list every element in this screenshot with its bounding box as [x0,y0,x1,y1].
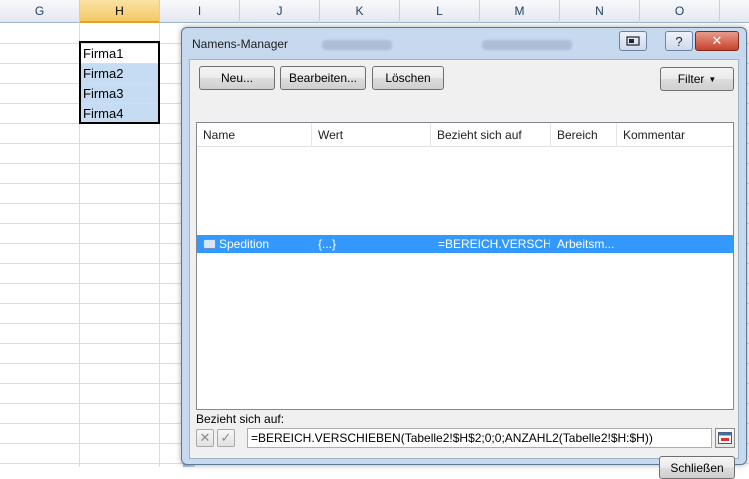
edit-button-label: Bearbeiten... [288,71,358,85]
column-value[interactable]: Wert [312,123,431,147]
row-name: Spedition [219,237,270,251]
titlebar-background-blur [482,40,572,50]
refers-to-input[interactable]: =BEREICH.VERSCHIEBEN(Tabelle2!$H$2;0;0;A… [247,428,712,448]
close-icon: ✕ [711,33,723,48]
column-header-k[interactable]: K [320,0,400,23]
column-scope[interactable]: Bereich [551,123,617,147]
column-header-o[interactable]: O [640,0,720,23]
filter-button-label: Filter [677,72,705,86]
row-value: {...} [318,237,337,251]
delete-button-label: Löschen [385,71,431,85]
column-header-n[interactable]: N [560,0,640,23]
column-header-i[interactable]: I [160,0,240,23]
column-header-row: G H I J K L M N O [0,0,749,23]
row-scope: Arbeitsm... [557,237,615,251]
close-button[interactable]: Schließen [659,456,735,479]
cell-selection-border [79,41,160,124]
cancel-edit-button[interactable]: ✕ [196,429,214,447]
dropdown-arrow-icon: ▼ [708,74,717,84]
column-refers-to[interactable]: Bezieht sich auf [431,123,551,147]
names-list[interactable]: Name Wert Bezieht sich auf Bereich Komme… [196,122,734,410]
titlebar-background-blur [322,40,392,50]
restore-button[interactable] [619,31,647,51]
close-window-button[interactable]: ✕ [695,31,739,51]
new-button-label: Neu... [220,71,253,85]
dialog-titlebar[interactable]: Namens-Manager ? ✕ [182,28,746,58]
collapse-dialog-button[interactable] [715,428,735,448]
help-icon: ? [675,33,683,49]
column-header-l[interactable]: L [400,0,480,23]
filter-button[interactable]: Filter ▼ [660,67,734,91]
name-tag-icon [203,239,216,249]
dialog-title: Namens-Manager [192,37,289,51]
column-header-m[interactable]: M [480,0,560,23]
confirm-edit-button[interactable]: ✓ [217,429,235,447]
dialog-content: Neu... Bearbeiten... Löschen Filter ▼ Na… [189,59,739,479]
new-button[interactable]: Neu... [199,66,275,90]
delete-button[interactable]: Löschen [372,66,444,90]
refers-to-label: Bezieht sich auf: [196,412,285,426]
close-button-label: Schließen [670,460,724,475]
help-button[interactable]: ? [665,31,693,51]
collapse-range-icon [718,432,732,444]
column-header-h[interactable]: H [80,0,160,23]
name-manager-dialog: Namens-Manager ? ✕ Neu... Bearbeiten... … [181,27,747,479]
row-refers-to: =BEREICH.VERSCH... [438,237,550,251]
column-comment[interactable]: Kommentar [617,123,733,147]
checkmark-icon: ✓ [220,430,232,445]
column-name[interactable]: Name [197,123,312,147]
edit-button[interactable]: Bearbeiten... [280,66,366,90]
column-header-g[interactable]: G [0,0,80,23]
restore-icon [626,36,640,46]
column-header-j[interactable]: J [240,0,320,23]
cancel-x-icon: ✕ [199,430,211,445]
list-row[interactable]: Spedition {...} =BEREICH.VERSCH... Arbei… [197,235,733,253]
list-header: Name Wert Bezieht sich auf Bereich Komme… [197,123,733,147]
